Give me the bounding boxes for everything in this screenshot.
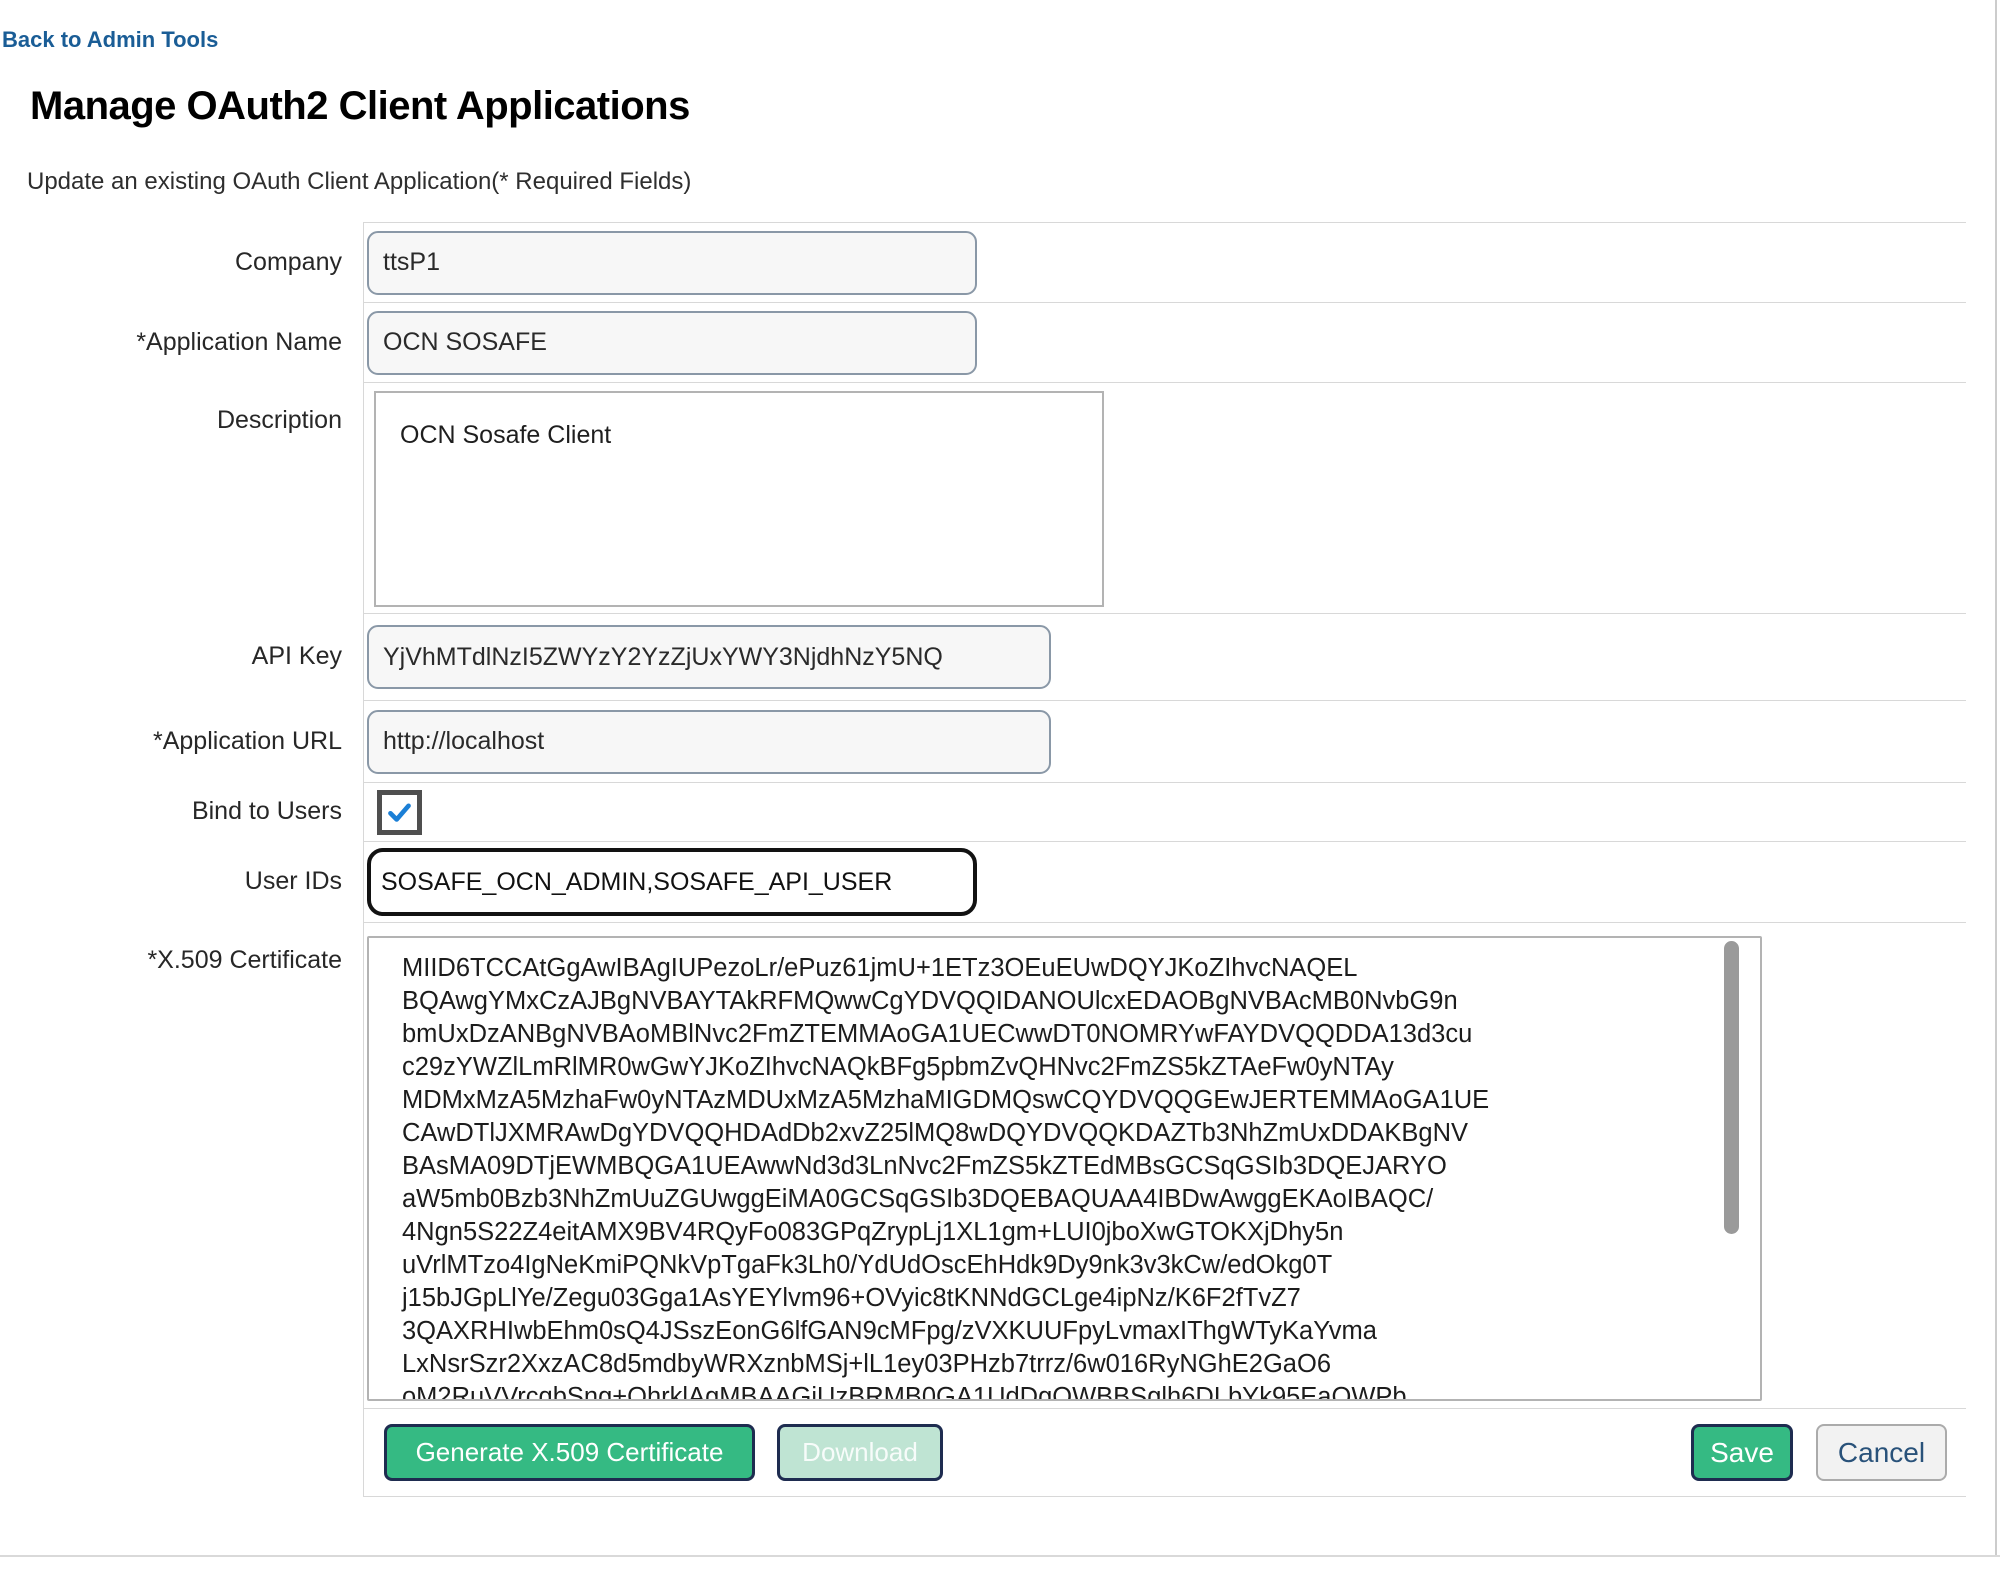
- user-ids-row: User IDs: [0, 841, 1966, 922]
- oauth-client-form: Company *Application Name Description AP…: [0, 222, 1966, 1497]
- download-button[interactable]: Download: [777, 1424, 943, 1481]
- application-url-row: *Application URL: [0, 700, 1966, 782]
- application-name-label: *Application Name: [136, 328, 342, 357]
- company-label: Company: [235, 248, 342, 277]
- page-right-border: [1995, 0, 1997, 1557]
- save-button[interactable]: Save: [1691, 1424, 1793, 1481]
- bind-to-users-label: Bind to Users: [192, 797, 342, 826]
- api-key-label: API Key: [252, 642, 342, 671]
- description-label: Description: [217, 406, 342, 435]
- bind-to-users-checkbox[interactable]: [377, 790, 422, 835]
- api-key-input[interactable]: [367, 625, 1051, 689]
- back-to-admin-tools-link[interactable]: Back to Admin Tools: [2, 27, 218, 53]
- application-name-input[interactable]: [367, 311, 977, 375]
- company-row: Company: [0, 222, 1966, 302]
- x509-certificate-row: *X.509 Certificate: [0, 922, 1966, 1408]
- certificate-field: [367, 936, 1762, 1406]
- user-ids-input[interactable]: [367, 848, 977, 916]
- cancel-button[interactable]: Cancel: [1816, 1424, 1947, 1481]
- application-url-input[interactable]: [367, 710, 1051, 774]
- checkmark-icon: [384, 797, 415, 828]
- x509-certificate-textarea[interactable]: [367, 936, 1762, 1401]
- page-title: Manage OAuth2 Client Applications: [30, 84, 690, 129]
- actions-row: Generate X.509 Certificate Download Save…: [0, 1408, 1966, 1497]
- description-row: Description: [0, 382, 1966, 613]
- user-ids-label: User IDs: [245, 867, 342, 896]
- bind-to-users-row: Bind to Users: [0, 782, 1966, 841]
- application-url-label: *Application URL: [153, 727, 342, 756]
- page-subtitle: Update an existing OAuth Client Applicat…: [27, 168, 691, 196]
- page-bottom-border: [0, 1555, 2000, 1557]
- x509-certificate-label: *X.509 Certificate: [147, 946, 342, 975]
- application-name-row: *Application Name: [0, 302, 1966, 382]
- company-input[interactable]: [367, 231, 977, 295]
- certificate-scrollbar-thumb[interactable]: [1724, 941, 1739, 1234]
- description-textarea[interactable]: [374, 391, 1104, 607]
- generate-certificate-button[interactable]: Generate X.509 Certificate: [384, 1424, 755, 1481]
- api-key-row: API Key: [0, 613, 1966, 700]
